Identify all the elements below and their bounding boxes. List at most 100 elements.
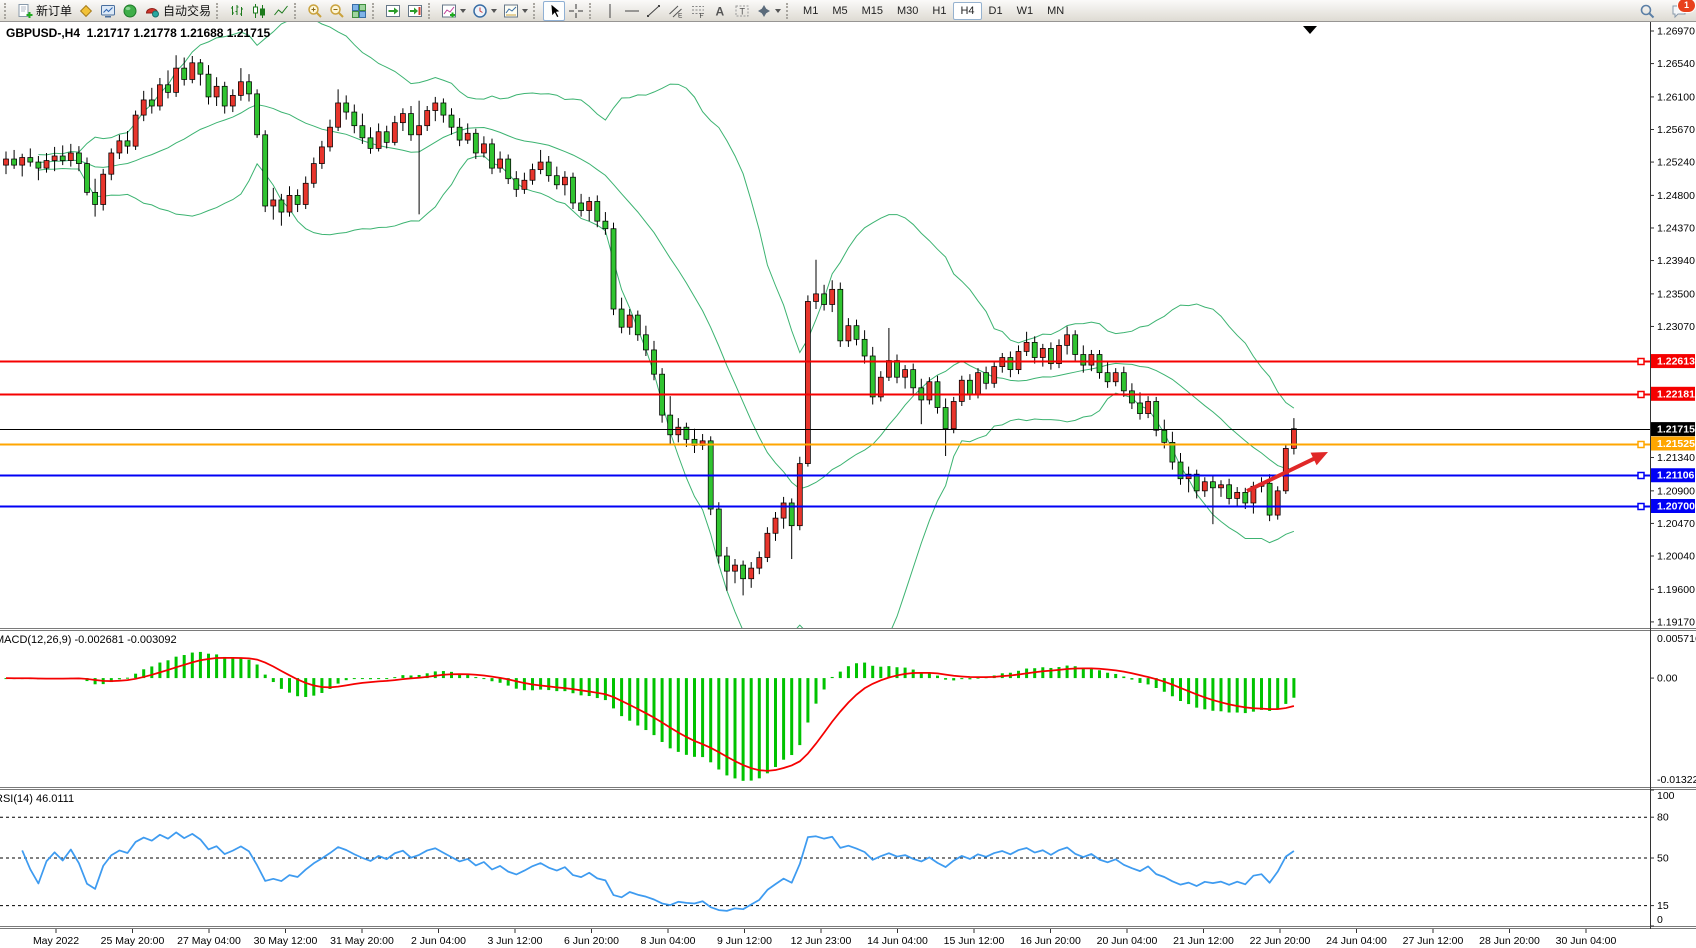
timeframe-button-D1[interactable]: D1 [982,2,1010,20]
svg-text:6 Jun 20:00: 6 Jun 20:00 [564,935,619,947]
timeframe-button-M15[interactable]: M15 [855,2,890,20]
fibonacci-icon: F [690,3,706,19]
text-label-tool-button[interactable]: T [731,1,753,21]
svg-text:1.26540: 1.26540 [1657,58,1695,70]
toolbar-grip[interactable] [372,3,378,19]
zoom-out-button[interactable] [326,1,348,21]
svg-text:22 Jun 20:00: 22 Jun 20:00 [1250,935,1311,947]
svg-text:0: 0 [1657,914,1663,926]
text-icon: A [712,3,728,19]
macd-signal-value: -0.003092 [127,634,177,646]
svg-text:80: 80 [1657,812,1669,824]
autotrading-icon [144,3,160,19]
svg-text:T: T [740,6,746,16]
equidistant-channel-icon: E [668,3,684,19]
timeframe-button-M30[interactable]: M30 [890,2,925,20]
svg-text:28 Jun 20:00: 28 Jun 20:00 [1479,935,1540,947]
svg-text:8 Jun 04:00: 8 Jun 04:00 [641,935,696,947]
indicators-button[interactable] [438,1,469,21]
toolbar-grip[interactable] [533,3,539,19]
market-watch-button[interactable] [97,1,119,21]
market-watch-icon [100,3,116,19]
line-chart-button[interactable] [270,1,292,21]
macd-indicator-label: MACD(12,26,9) -0.002681 -0.003092 [0,634,177,646]
templates-button[interactable] [500,1,531,21]
svg-text:1.22613: 1.22613 [1657,356,1695,368]
svg-text:27 Jun 12:00: 27 Jun 12:00 [1403,935,1464,947]
chat-button[interactable]: 1 [1668,1,1690,21]
trendline-tool-button[interactable] [643,1,665,21]
periods-button[interactable] [469,1,500,21]
toolbar-grip[interactable] [216,3,222,19]
horizontal-line-tool-button[interactable] [621,1,643,21]
candlestick-chart-button[interactable] [248,1,270,21]
svg-text:0.005716: 0.005716 [1657,633,1696,645]
svg-text:1.26970: 1.26970 [1657,26,1695,38]
svg-text:1.23940: 1.23940 [1657,255,1695,267]
svg-text:15: 15 [1657,900,1669,912]
bar-chart-button[interactable] [226,1,248,21]
svg-text:1.23070: 1.23070 [1657,321,1695,333]
chart-canvas[interactable]: 1.269701.265401.261001.256701.252401.248… [0,0,1696,948]
tile-windows-button[interactable] [348,1,370,21]
timeframe-button-H4[interactable]: H4 [953,2,981,20]
svg-text:16 Jun 20:00: 16 Jun 20:00 [1020,935,1081,947]
zoom-out-icon [329,3,345,19]
rsi-indicator-label: RSI(14) 46.0111 [0,793,74,805]
arrows-tool-button[interactable] [753,1,784,21]
main-toolbar: 新订单 自动交易 [0,0,1696,22]
svg-text:1.20470: 1.20470 [1657,518,1695,530]
toolbar-grip[interactable] [786,3,792,19]
svg-text:9 Jun 12:00: 9 Jun 12:00 [717,935,772,947]
svg-text:1.20040: 1.20040 [1657,551,1695,563]
timeframe-button-W1[interactable]: W1 [1010,2,1041,20]
svg-text:1.25670: 1.25670 [1657,124,1695,136]
metaeditor-button[interactable] [75,1,97,21]
fibonacci-tool-button[interactable]: F [687,1,709,21]
timeframe-button-M5[interactable]: M5 [825,2,854,20]
new-order-button[interactable]: 新订单 [14,1,75,21]
svg-text:0.00: 0.00 [1657,673,1678,685]
svg-text:1.20700: 1.20700 [1657,501,1695,513]
timeframe-button-MN[interactable]: MN [1040,2,1071,20]
timeframe-button-H1[interactable]: H1 [925,2,953,20]
chart-shift-button[interactable] [404,1,426,21]
chevron-down-icon [460,9,466,16]
svg-text:1.24370: 1.24370 [1657,222,1695,234]
toolbar-grip[interactable] [294,3,300,19]
navigator-button[interactable] [119,1,141,21]
search-icon [1639,3,1655,19]
cursor-icon [546,3,562,19]
svg-text:50: 50 [1657,853,1669,865]
cursor-tool-button[interactable] [543,1,565,21]
mt4-window: { "toolbar": { "new_order_label": "新订单",… [0,0,1696,948]
timeframe-button-M1[interactable]: M1 [796,2,825,20]
toolbar-grip[interactable] [4,3,10,19]
candlestick-chart-icon [251,3,267,19]
templates-icon [503,3,519,19]
svg-text:21 Jun 12:00: 21 Jun 12:00 [1173,935,1234,947]
svg-text:27 May 04:00: 27 May 04:00 [177,935,241,947]
text-tool-button[interactable]: A [709,1,731,21]
svg-text:1.24800: 1.24800 [1657,190,1695,202]
crosshair-tool-button[interactable] [565,1,587,21]
equidistant-channel-tool-button[interactable]: E [665,1,687,21]
auto-scroll-button[interactable] [382,1,404,21]
svg-text:100: 100 [1657,790,1675,802]
svg-text:A: A [716,4,725,18]
clock-icon [472,3,488,19]
search-button[interactable] [1636,1,1658,21]
new-order-label: 新订单 [36,2,72,19]
svg-text:2 Jun 04:00: 2 Jun 04:00 [411,935,466,947]
new-order-icon [17,3,33,19]
toolbar-grip[interactable] [589,3,595,19]
toolbar-grip[interactable] [428,3,434,19]
autotrading-button[interactable]: 自动交易 [141,1,214,21]
vertical-line-icon [602,3,618,19]
metaeditor-diamond-icon [78,3,94,19]
svg-text:1.19170: 1.19170 [1657,616,1695,628]
svg-text:1.23500: 1.23500 [1657,288,1695,300]
svg-text:1.19600: 1.19600 [1657,584,1695,596]
vertical-line-tool-button[interactable] [599,1,621,21]
zoom-in-button[interactable] [304,1,326,21]
